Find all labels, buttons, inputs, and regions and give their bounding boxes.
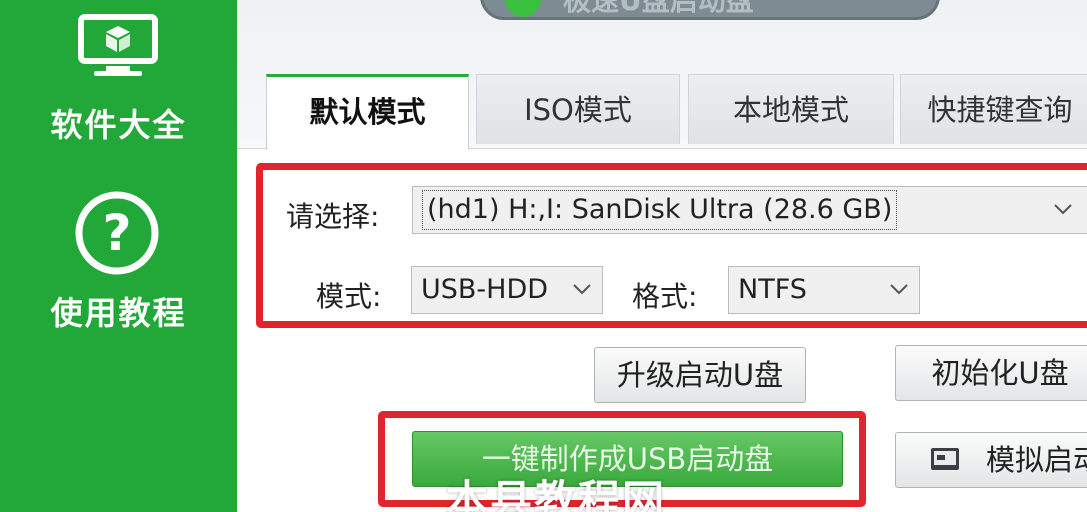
tab-hotkey-query[interactable]: 快捷键查询 [900, 74, 1087, 144]
sidebar-item-label: 使用教程 [50, 294, 187, 332]
init-usb-button[interactable]: 初始化U盘 [895, 345, 1087, 401]
top-banner: 极速U盘启动盘 [480, 0, 940, 20]
sidebar-item-label: 软件大全 [50, 106, 187, 144]
sidebar-item-software[interactable]: 软件大全 [0, 0, 237, 170]
tab-iso-mode[interactable]: ISO模式 [476, 74, 680, 144]
sidebar-item-tutorial[interactable]: ? 使用教程 [0, 180, 237, 340]
logo-icon [505, 0, 541, 17]
highlight-box-drive-settings [256, 163, 1087, 328]
terminal-icon [931, 448, 959, 470]
monitor-box-icon [78, 14, 158, 76]
simulate-boot-label: 模拟启动 [986, 443, 1087, 477]
tab-local-mode[interactable]: 本地模式 [688, 74, 894, 144]
sidebar: 软件大全 ? 使用教程 [0, 0, 237, 512]
tab-default-mode[interactable]: 默认模式 [266, 74, 469, 150]
question-circle-icon: ? [75, 191, 159, 275]
upgrade-usb-button[interactable]: 升级启动U盘 [594, 347, 806, 403]
banner-title: 极速U盘启动盘 [563, 0, 754, 17]
simulate-boot-button[interactable]: 模拟启动 [895, 432, 1087, 488]
watermark: 本县教程网 [446, 476, 667, 512]
svg-text:?: ? [102, 204, 131, 262]
